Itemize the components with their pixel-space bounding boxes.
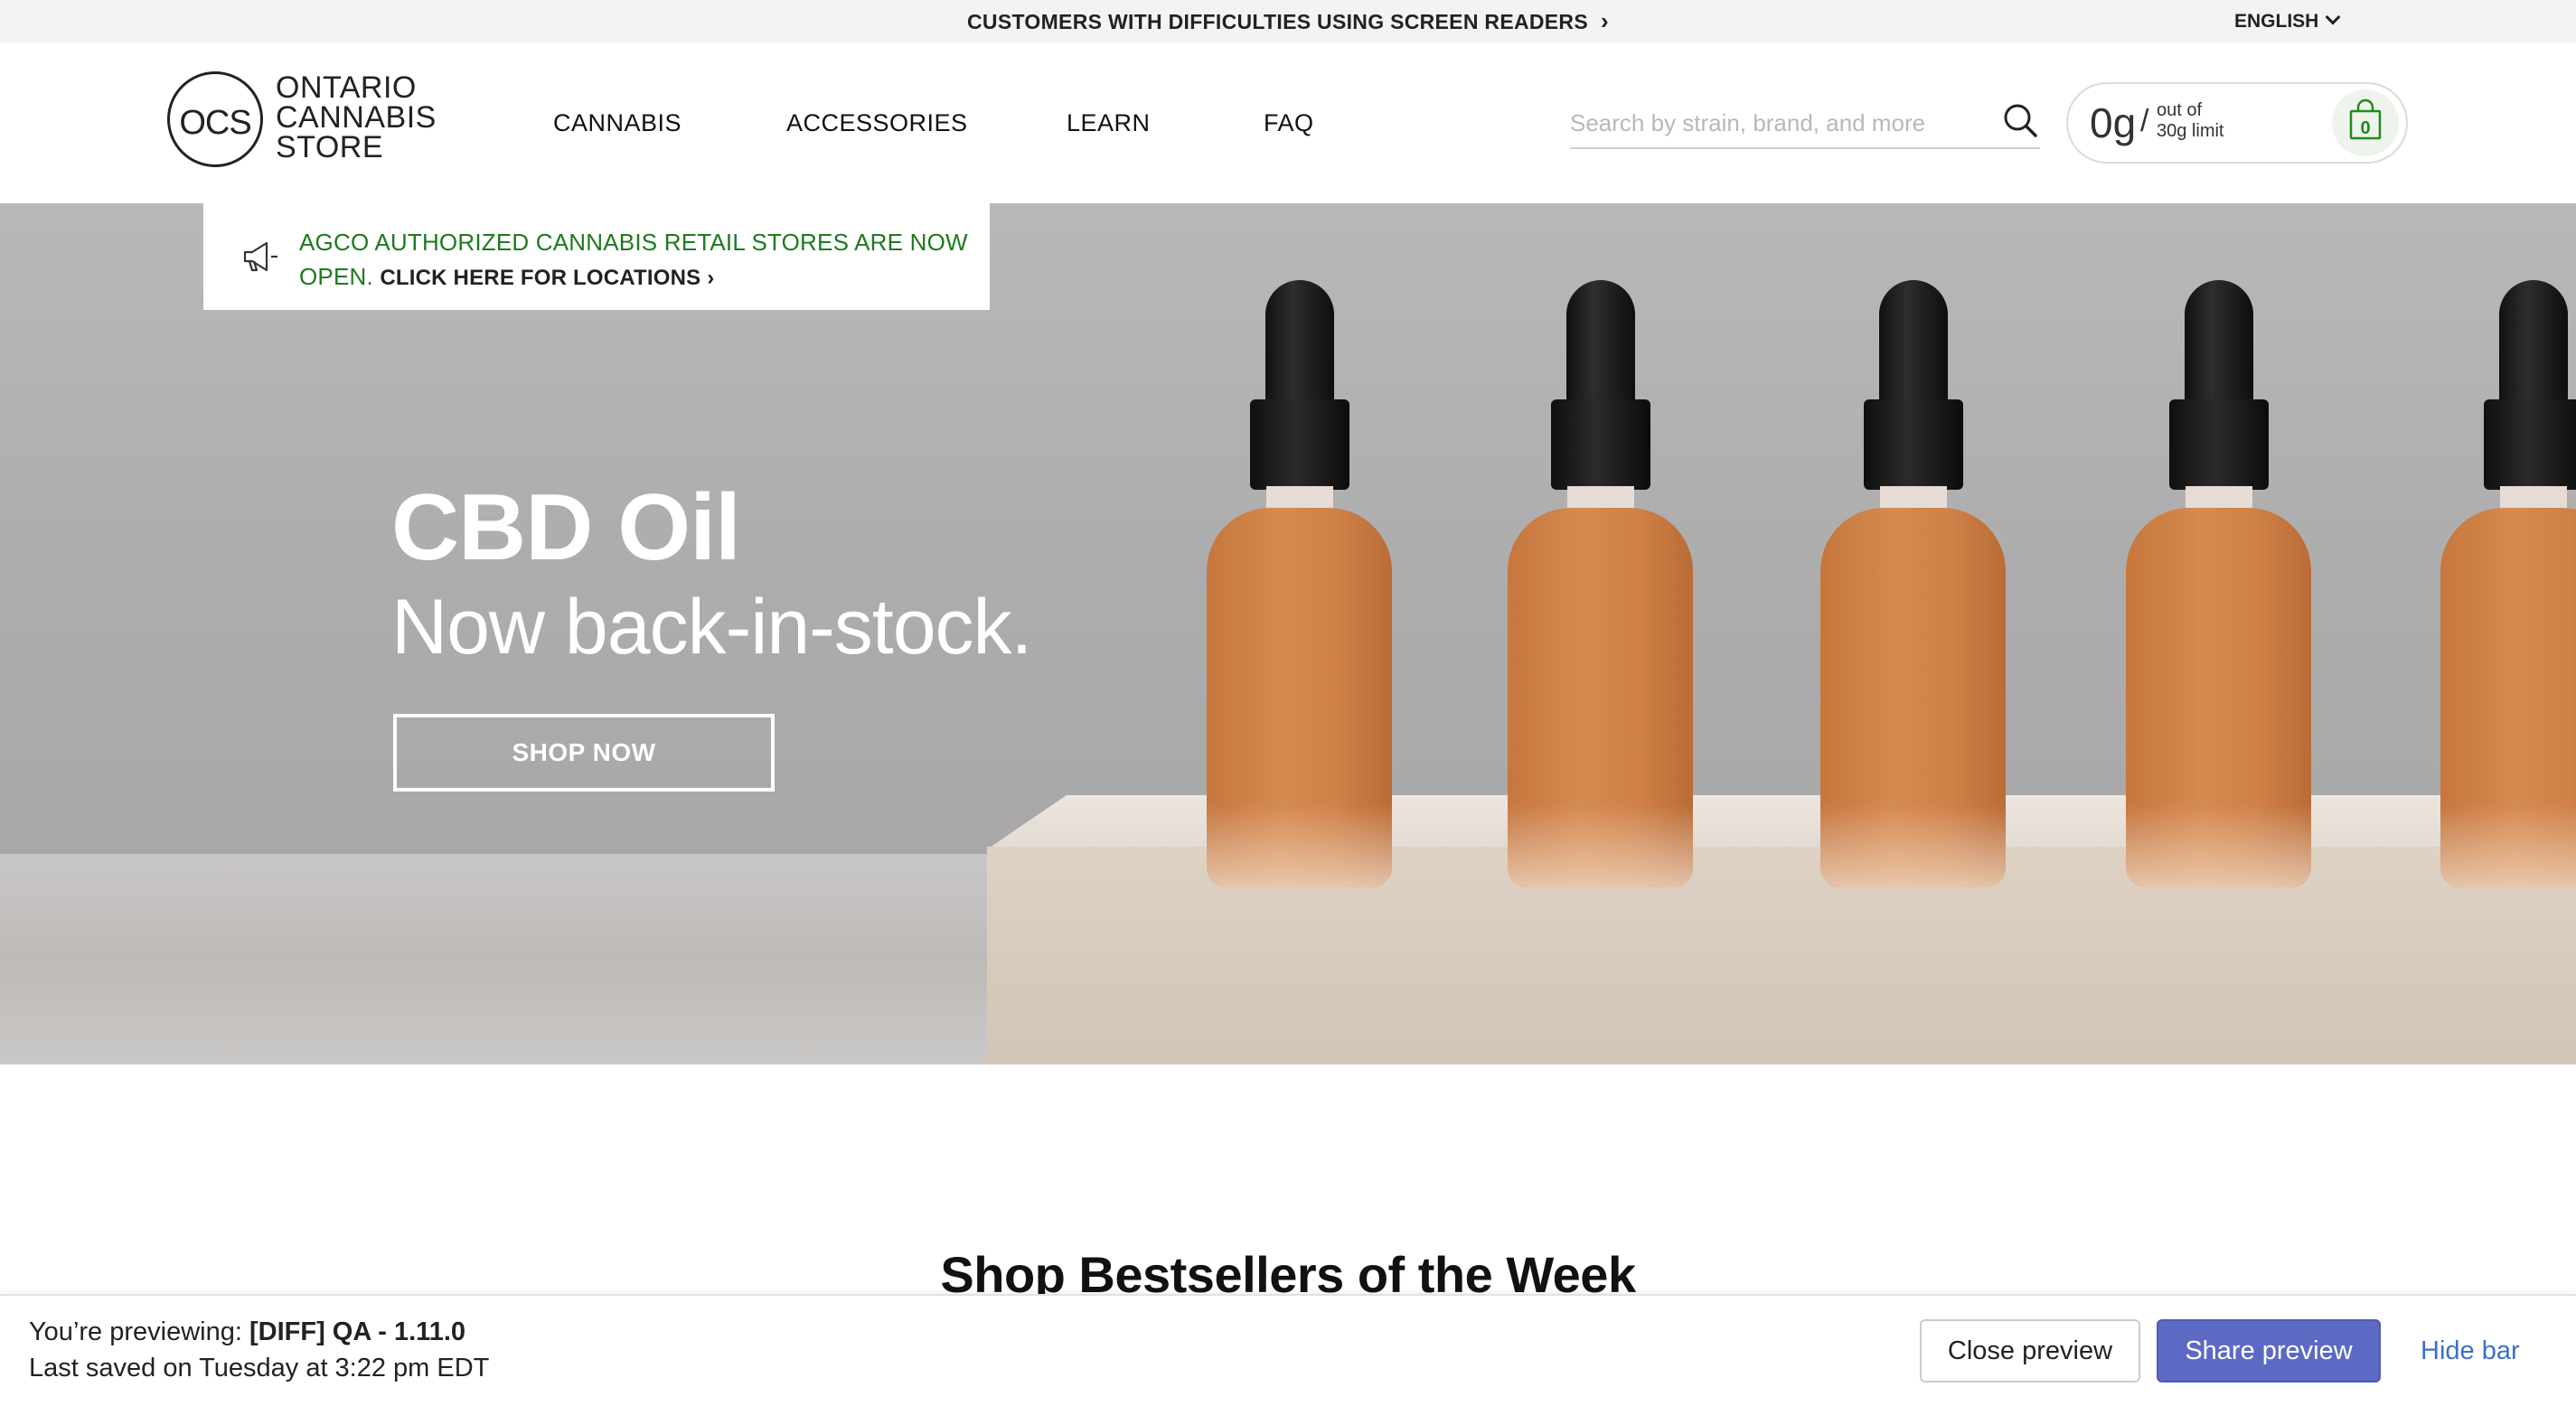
limit-slash: / (2140, 104, 2149, 138)
store-notice[interactable]: AGCO AUTHORIZED CANNABIS RETAIL STORES A… (203, 203, 990, 310)
preview-status: You’re previewing: [DIFF] QA - 1.11.0 (29, 1317, 465, 1347)
chevron-down-icon (2325, 9, 2341, 25)
nav-accessories[interactable]: ACCESSORIES (786, 42, 968, 203)
logo-line-store: STORE (276, 130, 384, 164)
screen-reader-link[interactable]: CUSTOMERS WITH DIFFICULTIES USING SCREEN… (0, 0, 2576, 42)
nav-cannabis[interactable]: CANNABIS (553, 42, 682, 203)
search-icon[interactable] (2002, 102, 2038, 138)
chevron-right-icon: › (707, 266, 715, 290)
nav-faq[interactable]: FAQ (1264, 42, 1314, 203)
notice-locations-link[interactable]: CLICK HERE FOR LOCATIONS › (380, 266, 714, 290)
chevron-right-icon: › (1601, 7, 1609, 34)
bottle-image (1508, 280, 1693, 887)
preview-label: You’re previewing: (29, 1317, 242, 1346)
ocs-logo[interactable]: OCS ONTARIO CANNABIS STORE (167, 71, 456, 173)
megaphone-icon (243, 241, 277, 272)
screen-reader-link-label: CUSTOMERS WITH DIFFICULTIES USING SCREEN… (967, 10, 1588, 33)
hide-bar-link[interactable]: Hide bar (2421, 1319, 2520, 1383)
limit-max: 30g limit (2157, 121, 2224, 141)
bottle-image (2126, 280, 2311, 887)
nav-learn[interactable]: LEARN (1067, 42, 1151, 203)
limit-out-of: out of (2157, 100, 2203, 120)
limit-text: out of 30g limit (2157, 100, 2223, 142)
cart-button[interactable]: 0 (2332, 89, 2399, 156)
theme-preview-bar: You’re previewing: [DIFF] QA - 1.11.0 La… (0, 1294, 2576, 1406)
preview-theme-name: [DIFF] QA - 1.11.0 (249, 1317, 466, 1346)
logo-mark: OCS (167, 71, 263, 167)
preview-saved-time: Last saved on Tuesday at 3:22 pm EDT (29, 1354, 490, 1383)
cart-count: 0 (2360, 118, 2370, 138)
language-label: ENGLISH (2234, 11, 2319, 32)
notice-text-block: AGCO AUTHORIZED CANNABIS RETAIL STORES A… (299, 225, 968, 295)
logo-wordmark: ONTARIO CANNABIS STORE (276, 70, 437, 164)
shopping-bag-icon: 0 (2349, 98, 2382, 140)
hero-banner: AGCO AUTHORIZED CANNABIS RETAIL STORES A… (0, 203, 2576, 1064)
logo-line-ontario: ONTARIO (276, 70, 417, 105)
purchase-limit-widget[interactable]: 0g / out of 30g limit 0 (2066, 82, 2408, 164)
notice-link-label: CLICK HERE FOR LOCATIONS (380, 266, 701, 290)
logo-mark-text: OCS (179, 104, 251, 142)
hero-title: CBD Oil (391, 475, 741, 580)
bottle-image (1820, 280, 2006, 887)
search-input[interactable]: Search by strain, brand, and more (1570, 95, 2040, 149)
close-preview-button[interactable]: Close preview (1920, 1319, 2140, 1383)
accessibility-bar: CUSTOMERS WITH DIFFICULTIES USING SCREEN… (0, 0, 2576, 42)
hero-subtitle: Now back-in-stock. (391, 584, 1032, 670)
site-header: OCS ONTARIO CANNABIS STORE CANNABIS ACCE… (0, 42, 2576, 205)
logo-line-cannabis: CANNABIS (276, 100, 437, 135)
language-selector[interactable]: ENGLISH (2234, 0, 2341, 42)
bottle-image (1207, 280, 1392, 887)
limit-amount: 0g (2090, 99, 2137, 146)
bottle-image (2440, 280, 2576, 887)
search-placeholder: Search by strain, brand, and more (1570, 109, 1926, 136)
share-preview-button[interactable]: Share preview (2157, 1319, 2381, 1383)
shop-now-button[interactable]: SHOP NOW (393, 714, 775, 792)
hero-background-counter (0, 854, 994, 1064)
